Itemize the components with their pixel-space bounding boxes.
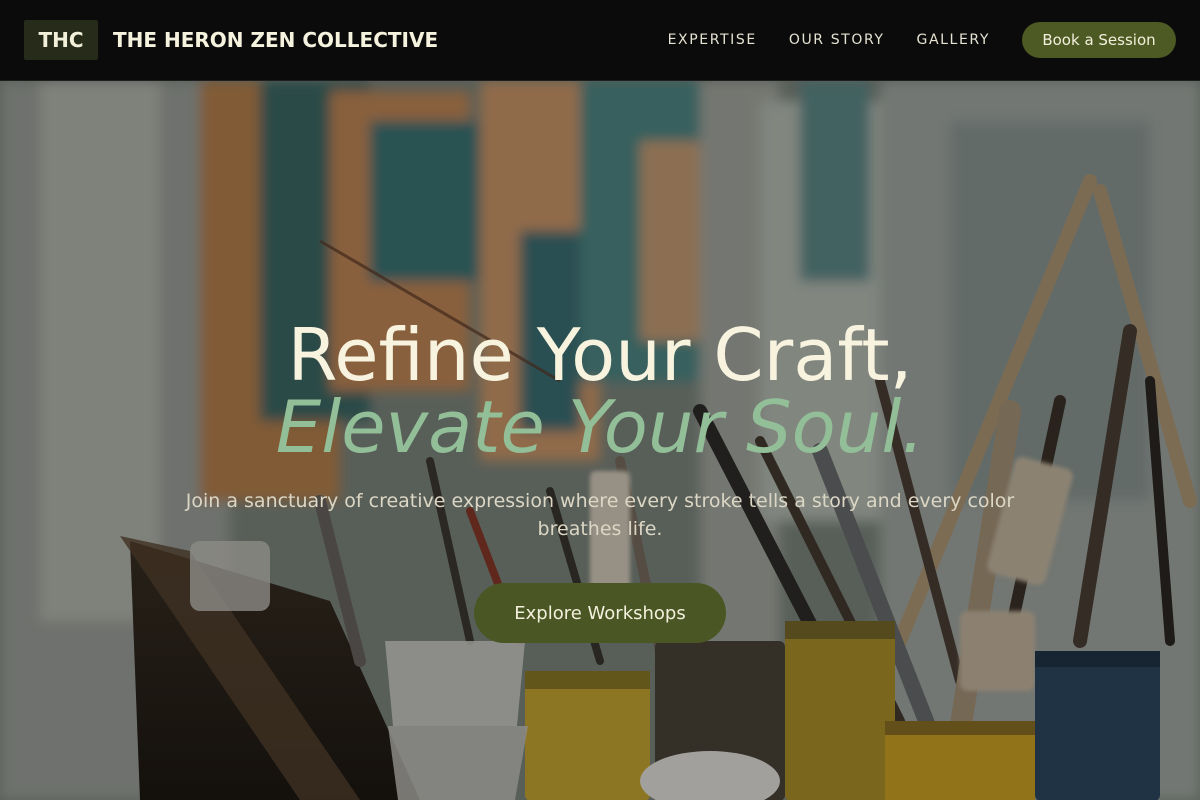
hero-content: Refine Your Craft, Elevate Your Soul. Jo… — [0, 81, 1200, 800]
book-session-button[interactable]: Book a Session — [1022, 22, 1176, 58]
hero-headline-line2: Elevate Your Soul. — [275, 385, 925, 469]
logo-text: THC — [38, 28, 84, 52]
nav-link-our-story[interactable]: OUR STORY — [789, 32, 885, 48]
nav-link-gallery[interactable]: GALLERY — [917, 32, 990, 48]
main-nav: EXPERTISE OUR STORY GALLERY Book a Sessi… — [668, 22, 1176, 58]
hero-subtitle: Join a sanctuary of creative expression … — [185, 490, 1015, 540]
nav-link-expertise[interactable]: EXPERTISE — [668, 32, 757, 48]
site-header: THC THE HERON ZEN COLLECTIVE EXPERTISE O… — [0, 0, 1200, 81]
hero-section: Refine Your Craft, Elevate Your Soul. Jo… — [0, 81, 1200, 800]
hero-headline-line1: Refine Your Craft, — [287, 313, 913, 397]
brand-name[interactable]: THE HERON ZEN COLLECTIVE — [113, 28, 438, 52]
explore-workshops-button[interactable]: Explore Workshops — [474, 583, 726, 643]
logo[interactable]: THC — [24, 20, 98, 60]
